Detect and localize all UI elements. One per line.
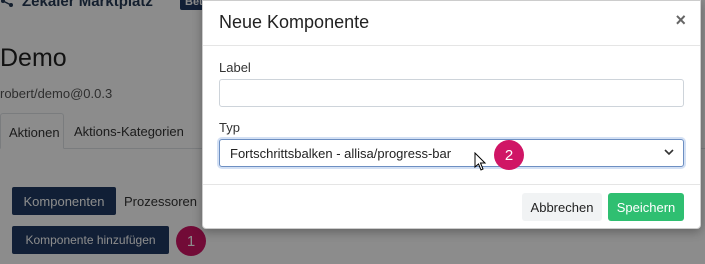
label-input[interactable]	[219, 79, 684, 107]
type-select-value: Fortschrittsbalken - allisa/progress-bar	[230, 146, 452, 161]
save-button[interactable]: Speichern	[608, 193, 684, 221]
dialog-header: Neue Komponente ×	[203, 1, 700, 46]
cancel-button[interactable]: Abbrechen	[522, 193, 602, 221]
dialog-footer: Abbrechen Speichern	[203, 184, 700, 229]
dialog-body: Label Typ Fortschrittsbalken - allisa/pr…	[203, 47, 700, 183]
close-icon[interactable]: ×	[675, 10, 686, 31]
chevron-down-icon	[664, 149, 674, 156]
type-field-label: Typ	[219, 120, 240, 135]
mouse-cursor-icon	[474, 152, 487, 171]
step-marker-2: 2	[494, 140, 524, 170]
dialog-title: Neue Komponente	[219, 12, 370, 32]
new-component-dialog: Neue Komponente × Label Typ Fortschritts…	[202, 0, 701, 229]
label-field-label: Label	[219, 60, 251, 75]
type-select[interactable]: Fortschrittsbalken - allisa/progress-bar	[219, 139, 684, 167]
